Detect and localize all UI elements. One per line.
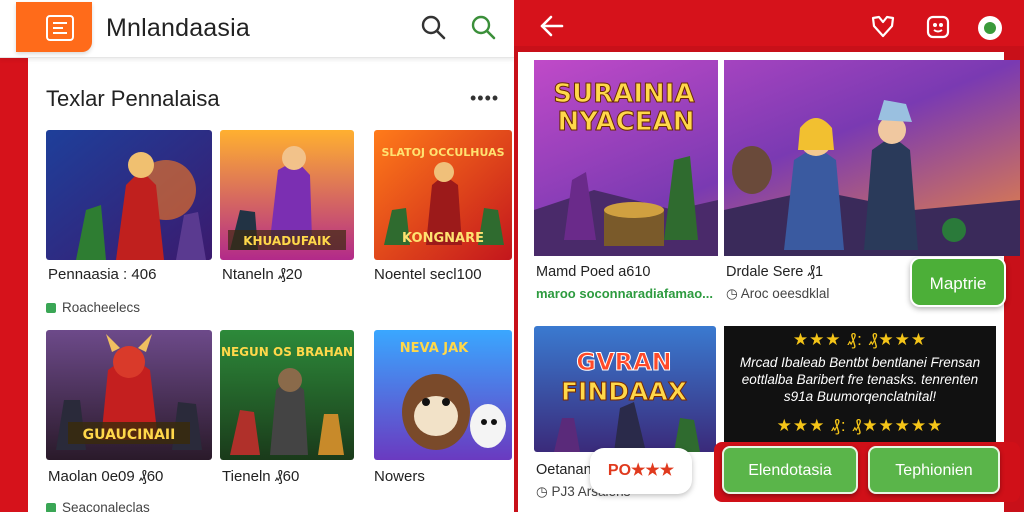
search-green-icon[interactable]: [470, 14, 496, 40]
game-meta-text: Roacheelecs: [62, 300, 141, 315]
game-caption: Oetanan: [536, 462, 592, 478]
app-title: Mnlandaasia: [106, 14, 250, 42]
clock-icon: ◷: [536, 484, 552, 499]
game-art-title: KHUADUFAIK: [243, 234, 331, 248]
more-options-icon[interactable]: ••••: [470, 88, 499, 109]
game-art-title: KONGNARE: [402, 231, 484, 246]
promo-text-card[interactable]: ★★★ ₰: ₰★★★ Mrcad Ibaleab Bentbt bentlan…: [724, 326, 996, 442]
game-caption: Noentel secl100: [374, 266, 482, 283]
hero-caption: Mamd Poed a610: [536, 264, 651, 280]
game-meta: Roacheelecs: [46, 300, 140, 315]
game-art-title: GVRAN: [576, 348, 671, 376]
game-thumbnail: [46, 130, 212, 260]
clock-icon: ◷: [726, 286, 741, 301]
hero-caption-2: Drdale Sere ₰1: [726, 264, 824, 280]
heart-shield-icon[interactable]: [870, 14, 896, 38]
game-caption: Maolan 0e09 ₰60: [48, 468, 164, 485]
game-caption: Tieneln ₰60: [222, 468, 300, 485]
game-meta: Seaconaleclas: [46, 500, 150, 512]
hero-subtitle: maroo soconnaradiafamao...: [536, 286, 713, 301]
game-thumbnail: KHUADUFAIK: [220, 130, 354, 260]
check-icon: [46, 503, 56, 512]
rating-stars: ★★★ ₰: ₰★★★★★: [776, 416, 944, 435]
game-art-title: GUAUCINAII: [83, 427, 176, 443]
hero-title-line-1: SURAINIA: [553, 79, 694, 109]
rating-stars: ★★★ ₰: ₰★★★: [792, 330, 928, 349]
game-thumbnail: GUAUCINAII: [46, 330, 212, 460]
game-thumbnail: NEGUN OS BRAHAN: [220, 330, 354, 460]
chat-icon[interactable]: [976, 14, 1004, 42]
promo-description: Mrcad Ibaleab Bentbt bentlanei Frensan e…: [739, 355, 981, 404]
game-thumbnail: SLATOJ OCCULHUAS KONGNARE: [374, 130, 512, 260]
game-art-title: NEGUN OS BRAHAN: [221, 345, 353, 359]
game-thumbnail: GVRAN FINDAAX: [534, 326, 716, 452]
promo-chip[interactable]: PO★★★: [590, 448, 692, 494]
hero-meta-2: ◷ Aroc oeesdklal: [726, 286, 829, 302]
menu-button[interactable]: [16, 2, 92, 52]
left-app-panel: Mnlandaasia Texlar Pennalaisa •••• Penna…: [0, 0, 514, 512]
game-art-title: FINDAAX: [561, 377, 687, 406]
game-caption: Nowers: [374, 468, 425, 485]
back-arrow-icon[interactable]: [538, 12, 566, 40]
game-meta-text: Seaconaleclas: [62, 500, 150, 512]
search-icon[interactable]: [420, 14, 446, 40]
game-art-title: NEVA JAK: [400, 341, 469, 356]
hero-meta-2-text: Aroc oeesdklal: [740, 286, 830, 301]
tephionien-button[interactable]: Tephionien: [868, 446, 1000, 494]
top-app-bar: Mnlandaasia: [0, 0, 514, 58]
section-title: Texlar Pennalaisa: [46, 86, 220, 111]
game-thumbnail: NEVA JAK: [374, 330, 512, 460]
menu-icon: [46, 15, 74, 41]
game-caption: Pennaasia : 406: [48, 266, 157, 283]
hero-title-line-2: NYACEAN: [558, 107, 695, 137]
check-icon: [46, 303, 56, 313]
tooltip-bubble[interactable]: Maptrie: [910, 257, 1006, 307]
game-art-title: SLATOJ OCCULHUAS: [381, 146, 504, 159]
hero-banner[interactable]: SURAINIA NYACEAN: [534, 60, 1020, 256]
game-caption: Ntaneln ₰20: [222, 266, 303, 283]
elendotasia-button[interactable]: Elendotasia: [722, 446, 858, 494]
gift-icon[interactable]: [926, 14, 950, 40]
